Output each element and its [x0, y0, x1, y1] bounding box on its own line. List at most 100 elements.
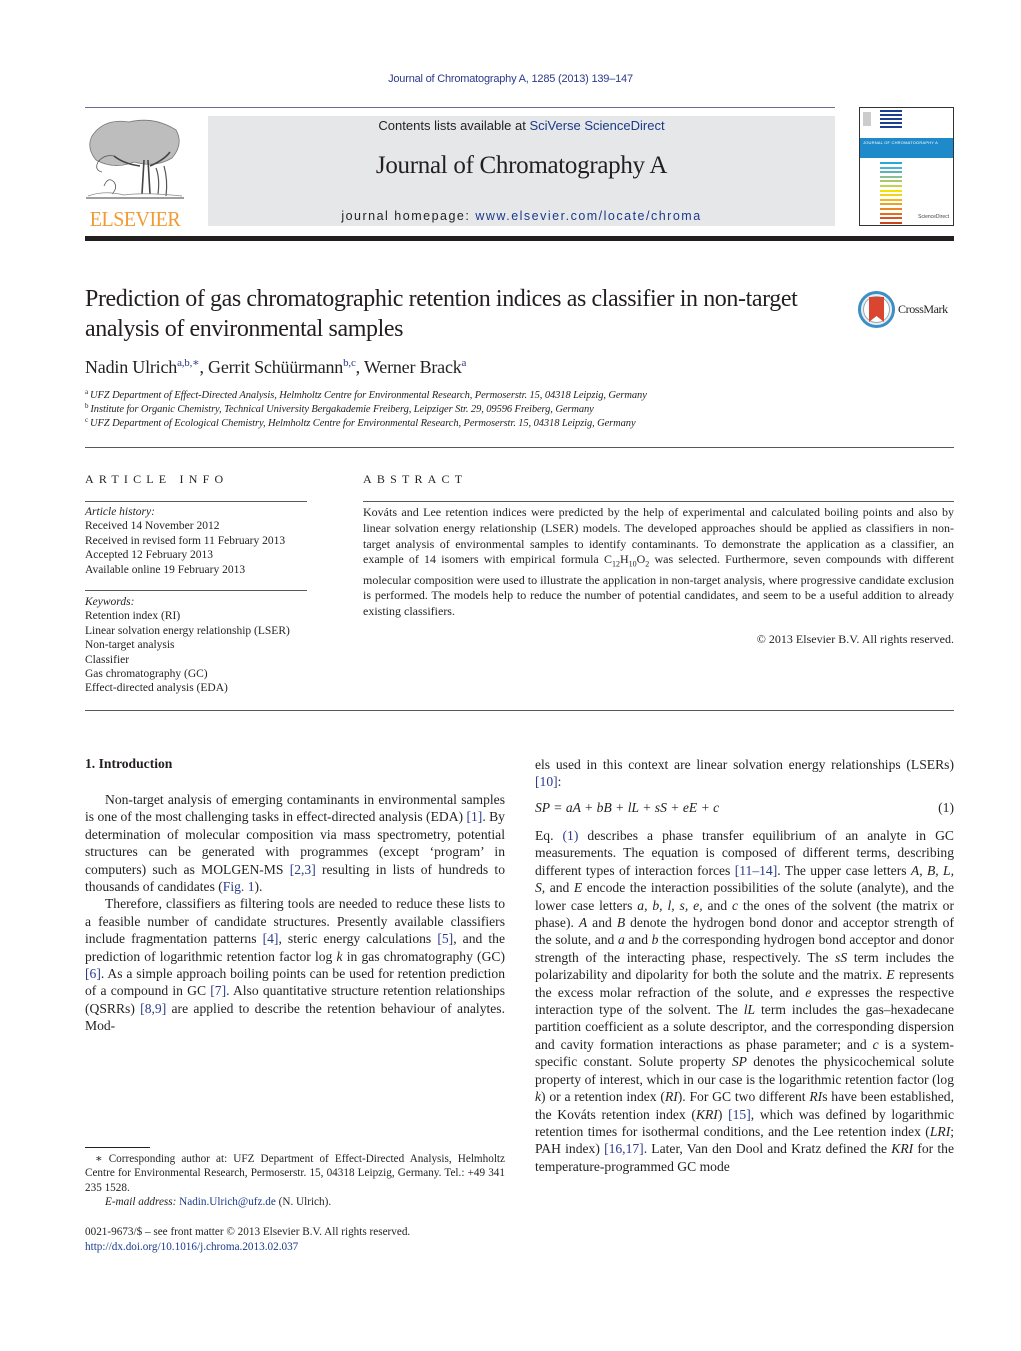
text: ). For GC two different	[677, 1089, 810, 1105]
cover-stripe	[880, 122, 902, 124]
elsevier-wordmark: ELSEVIER	[89, 207, 181, 231]
cover-stripe	[880, 208, 902, 210]
author-affiliation-marks[interactable]: a	[462, 357, 467, 369]
keyword: Linear solvation energy relationship (LS…	[85, 624, 290, 637]
cover-stripe	[880, 162, 902, 164]
math-var: LRI	[929, 1123, 951, 1139]
reference-link[interactable]: [2,3]	[290, 862, 316, 877]
text: and	[624, 932, 652, 948]
crossmark-badge[interactable]: CrossMark	[858, 291, 958, 329]
formula-element: O	[636, 552, 646, 567]
reference-link[interactable]: [1]	[466, 809, 482, 824]
body-column-right-top: els used in this context are linear solv…	[535, 756, 954, 791]
reference-link[interactable]: [6]	[85, 966, 101, 981]
math-var: A	[578, 915, 588, 931]
email-link[interactable]: Nadin.Ulrich@ufz.de	[179, 1196, 276, 1208]
author-name[interactable]: Gerrit Schüürmann	[208, 357, 343, 377]
reference-link[interactable]: [4]	[263, 931, 279, 946]
formula-subscript: 12	[611, 559, 620, 569]
cover-title-text: JOURNAL OF CHROMATOGRAPHY A	[863, 140, 939, 145]
author-name[interactable]: Werner Brack	[364, 357, 462, 377]
corresponding-author-footnote: ∗ Corresponding author at: UFZ Departmen…	[85, 1153, 505, 1194]
cover-stripe	[880, 110, 902, 112]
affiliation-c: c UFZ Department of Ecological Chemistry,…	[85, 417, 636, 430]
cover-stripe	[880, 203, 902, 206]
keyword: Non-target analysis	[85, 639, 175, 652]
math-var: KRI	[891, 1141, 914, 1157]
keyword: Gas chromatography (GC)	[85, 668, 208, 681]
sciencedirect-link[interactable]: SciVerse ScienceDirect	[529, 118, 664, 133]
reference-link[interactable]: [8,9]	[140, 1001, 166, 1016]
text: ) or a retention index (	[541, 1089, 665, 1105]
math-var: E	[573, 880, 583, 896]
article-info-heading: ARTICLE INFO	[85, 472, 229, 486]
math-var: lL	[743, 1002, 756, 1018]
author-name[interactable]: Nadin Ulrich	[85, 357, 177, 377]
affiliation-text: UFZ Department of Effect-Directed Analys…	[90, 390, 647, 401]
article-info-divider	[85, 501, 307, 502]
text: els used in this context are linear solv…	[535, 757, 954, 772]
reference-link[interactable]: [11–14]	[735, 863, 778, 878]
email-footnote: E-mail address: Nadin.Ulrich@ufz.de (N. …	[85, 1195, 505, 1209]
crossmark-icon	[858, 291, 895, 328]
text: Eq.	[535, 828, 563, 843]
abstract-copyright: © 2013 Elsevier B.V. All rights reserved…	[756, 632, 954, 646]
cover-stripe	[880, 189, 902, 192]
article-history: Article history: Received 14 November 20…	[85, 505, 325, 577]
equation-number: (1)	[938, 800, 954, 815]
body-column-left: Non-target analysis of emerging contamin…	[85, 791, 505, 1035]
cover-stripe	[880, 194, 902, 197]
paragraph: Eq. (1) describes a phase transfer equil…	[535, 827, 954, 1175]
affiliation-mark: b	[85, 402, 89, 410]
equation-link[interactable]: (1)	[563, 828, 579, 843]
issn-line: 0021-9673/$ – see front matter © 2013 El…	[85, 1226, 411, 1238]
affiliation-text: Institute for Organic Chemistry, Technic…	[90, 404, 594, 415]
doi-link[interactable]: http://dx.doi.org/10.1016/j.chroma.2013.…	[85, 1240, 410, 1255]
abstract-text: Kováts and Lee retention indices were pr…	[363, 505, 954, 620]
cover-stripe	[880, 118, 902, 120]
affiliations-divider	[85, 447, 954, 448]
text: :	[557, 774, 562, 790]
reference-link[interactable]: [5]	[437, 931, 453, 946]
keywords-label: Keywords:	[85, 596, 135, 608]
keyword: Effect-directed analysis (EDA)	[85, 682, 228, 695]
figure-link[interactable]: Fig. 1	[223, 879, 255, 894]
text: ).	[254, 879, 263, 895]
math-var: RI	[664, 1089, 678, 1105]
author-affiliation-marks[interactable]: a,b,∗	[177, 357, 200, 369]
reference-link[interactable]: [16,17]	[604, 1141, 644, 1156]
email-suffix: (N. Ulrich).	[275, 1196, 332, 1208]
crossmark-label: CrossMark	[898, 302, 948, 316]
math-var: SP	[731, 1054, 747, 1070]
cover-stripe	[880, 217, 902, 220]
paragraph-continued: els used in this context are linear solv…	[535, 756, 954, 791]
text: )	[717, 1106, 729, 1122]
text: and	[702, 897, 733, 913]
affiliation-b: b Institute for Organic Chemistry, Techni…	[85, 402, 594, 416]
homepage-line: journal homepage: www.elsevier.com/locat…	[208, 209, 835, 223]
journal-homepage-link[interactable]: www.elsevier.com/locate/chroma	[475, 209, 701, 223]
reference-link[interactable]: [10]	[535, 774, 558, 789]
cover-stripe	[880, 212, 902, 215]
author-affiliation-marks[interactable]: b,c	[343, 357, 356, 369]
text: . Later, Van den Dool and Kratz defined …	[643, 1141, 892, 1157]
author-list: Nadin Ulricha,b,∗, Gerrit Schüürmannb,c,…	[85, 357, 466, 378]
formula-subscript: 10	[628, 559, 637, 569]
math-var: RI	[809, 1089, 823, 1105]
section-heading-introduction: 1. Introduction	[85, 756, 173, 771]
cover-stripe	[880, 198, 902, 201]
front-divider	[85, 710, 954, 711]
email-label: E-mail address:	[105, 1196, 177, 1208]
affiliation-text: UFZ Department of Ecological Chemistry, …	[90, 418, 636, 429]
reference-link[interactable]: [15]	[728, 1107, 751, 1122]
author-separator: ,	[355, 357, 364, 377]
reference-link[interactable]: [7]	[210, 983, 226, 998]
journal-cover-image[interactable]: JOURNAL OF CHROMATOGRAPHY A ScienceDirec…	[859, 107, 954, 226]
contents-line: Contents lists available at SciVerse Sci…	[208, 118, 835, 133]
cover-stripe	[880, 185, 902, 187]
cover-publisher-text: ScienceDirect	[918, 214, 949, 220]
keywords-list: Keywords: Retention index (RI) Linear so…	[85, 595, 325, 696]
abstract-divider	[363, 501, 954, 502]
journal-citation[interactable]: Journal of Chromatography A, 1285 (2013)…	[0, 73, 1021, 85]
history-online: Available online 19 February 2013	[85, 563, 246, 576]
